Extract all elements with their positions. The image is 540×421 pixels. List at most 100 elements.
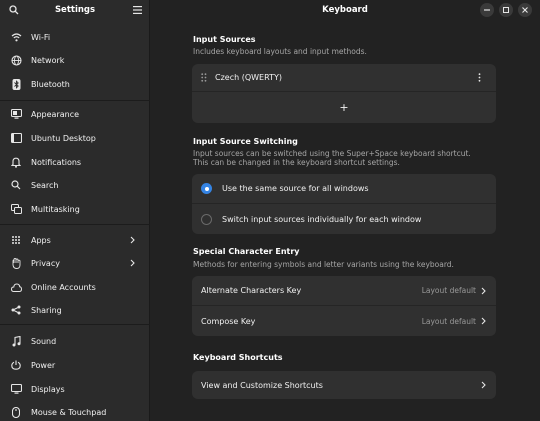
sidebar-item-label: Network xyxy=(31,55,65,65)
mouse-icon xyxy=(10,406,22,418)
sidebar-item-label: Power xyxy=(31,360,56,370)
sidebar-item-appearance[interactable]: Appearance xyxy=(4,103,146,125)
sidebar-item-label: Sharing xyxy=(31,305,62,315)
maximize-button[interactable] xyxy=(499,3,513,17)
sidebar-item-label: Displays xyxy=(31,384,65,394)
appearance-icon xyxy=(10,108,22,120)
input-source-row[interactable]: Czech (QWERTY) xyxy=(192,64,496,91)
sidebar-item-network[interactable]: Network xyxy=(4,49,146,71)
sidebar-header: Settings xyxy=(0,0,150,20)
sidebar-item-label: Mouse & Touchpad xyxy=(31,407,107,417)
switching-title: Input Source Switching xyxy=(193,137,298,146)
sidebar-item-multitasking[interactable]: Multitasking xyxy=(4,198,146,220)
sidebar-item-label: Wi-Fi xyxy=(31,32,51,42)
option-individual-source-row[interactable]: Switch input sources individually for ea… xyxy=(192,204,496,234)
music-note-icon xyxy=(10,335,22,347)
input-sources-card: Czech (QWERTY) + xyxy=(192,64,496,123)
alternate-characters-key-label: Alternate Characters Key xyxy=(201,286,302,295)
sidebar-item-label: Sound xyxy=(31,336,57,346)
multitasking-icon xyxy=(10,203,22,215)
compose-key-value: Layout default xyxy=(421,316,476,326)
option-individual-source-label: Switch input sources individually for ea… xyxy=(222,214,422,224)
sidebar-separator xyxy=(0,100,150,101)
sidebar-item-mouse-touchpad[interactable]: Mouse & Touchpad xyxy=(4,401,146,421)
hamburger-menu-icon[interactable] xyxy=(131,4,143,16)
alternate-characters-key-row[interactable]: Alternate Characters Key Layout default xyxy=(192,276,496,305)
alternate-characters-key-value: Layout default xyxy=(421,286,476,295)
sidebar-item-label: Search xyxy=(31,180,59,190)
sidebar-item-displays[interactable]: Displays xyxy=(4,378,146,400)
wifi-icon xyxy=(10,31,22,43)
switching-description-line-1: Input sources can be switched using the … xyxy=(193,149,471,158)
sidebar-separator xyxy=(0,324,150,325)
sidebar-item-power[interactable]: Power xyxy=(4,354,146,376)
sidebar-title: Settings xyxy=(54,5,96,15)
sidebar-item-label: Ubuntu Desktop xyxy=(31,133,96,143)
sidebar-item-search[interactable]: Search xyxy=(4,174,146,196)
radio-unselected[interactable] xyxy=(201,213,212,225)
hand-icon xyxy=(10,257,22,269)
maximize-icon xyxy=(503,7,509,13)
online-accounts-icon xyxy=(10,281,22,293)
sidebar-item-ubuntu-desktop[interactable]: Ubuntu Desktop xyxy=(4,127,146,149)
radio-selected[interactable] xyxy=(201,183,212,194)
apps-grid-icon xyxy=(10,234,22,246)
special-chars-description: Methods for entering symbols and letter … xyxy=(193,260,454,269)
chevron-right-icon xyxy=(126,234,138,246)
search-icon xyxy=(10,179,22,191)
sidebar-separator xyxy=(0,224,150,225)
sidebar-item-privacy[interactable]: Privacy xyxy=(4,252,146,274)
chevron-right-icon xyxy=(478,316,488,326)
close-icon xyxy=(522,7,528,13)
sidebar: Settings Wi-Fi Network Bluetooth Appeara… xyxy=(0,0,150,421)
view-shortcuts-label: View and Customize Shortcuts xyxy=(201,380,323,390)
shortcuts-card: View and Customize Shortcuts xyxy=(192,371,496,399)
sidebar-item-label: Apps xyxy=(31,235,51,245)
drag-handle-icon[interactable] xyxy=(201,73,207,82)
special-chars-title: Special Character Entry xyxy=(193,247,300,256)
window-header: Keyboard xyxy=(150,0,540,20)
sidebar-item-label: Multitasking xyxy=(31,204,80,214)
more-options-icon[interactable] xyxy=(474,73,484,83)
close-button[interactable] xyxy=(518,3,532,17)
sidebar-item-label: Privacy xyxy=(31,258,60,268)
minimize-button[interactable] xyxy=(480,3,494,17)
special-chars-card: Alternate Characters Key Layout default … xyxy=(192,276,496,336)
switching-card: Use the same source for all windows Swit… xyxy=(192,174,496,234)
input-source-label: Czech (QWERTY) xyxy=(215,73,282,82)
sidebar-item-label: Notifications xyxy=(31,157,82,167)
sidebar-item-label: Online Accounts xyxy=(31,282,96,292)
compose-key-row[interactable]: Compose Key Layout default xyxy=(192,306,496,336)
chevron-right-icon xyxy=(478,286,488,296)
bluetooth-icon xyxy=(10,78,22,90)
chevron-right-icon xyxy=(478,380,488,390)
power-icon xyxy=(10,359,22,371)
keyboard-panel: Keyboard Input Sources Includes keyboard… xyxy=(150,0,540,421)
sidebar-item-apps[interactable]: Apps xyxy=(4,229,146,251)
bell-icon xyxy=(10,156,22,168)
sidebar-item-sharing[interactable]: Sharing xyxy=(4,299,146,321)
display-icon xyxy=(10,383,22,395)
sidebar-item-sound[interactable]: Sound xyxy=(4,330,146,352)
option-same-source-label: Use the same source for all windows xyxy=(222,184,369,193)
share-icon xyxy=(10,304,22,316)
chevron-right-icon xyxy=(126,257,138,269)
shortcuts-title: Keyboard Shortcuts xyxy=(193,353,283,362)
input-sources-description: Includes keyboard layouts and input meth… xyxy=(193,47,367,56)
sidebar-item-online-accounts[interactable]: Online Accounts xyxy=(4,276,146,298)
add-icon: + xyxy=(339,101,349,114)
ubuntu-desktop-icon xyxy=(10,132,22,144)
sidebar-item-bluetooth[interactable]: Bluetooth xyxy=(4,73,146,95)
input-sources-title: Input Sources xyxy=(193,35,256,44)
view-shortcuts-row[interactable]: View and Customize Shortcuts xyxy=(192,371,496,399)
add-input-source-button[interactable]: + xyxy=(192,92,496,123)
option-same-source-row[interactable]: Use the same source for all windows xyxy=(192,174,496,203)
sidebar-item-wifi[interactable]: Wi-Fi xyxy=(4,26,146,48)
minimize-icon xyxy=(484,9,490,11)
switching-description-line-2: This can be changed in the keyboard shor… xyxy=(193,158,400,167)
network-icon xyxy=(10,54,22,66)
sidebar-item-label: Bluetooth xyxy=(31,79,70,89)
sidebar-item-label: Appearance xyxy=(31,109,80,119)
compose-key-label: Compose Key xyxy=(201,316,256,326)
sidebar-item-notifications[interactable]: Notifications xyxy=(4,151,146,173)
